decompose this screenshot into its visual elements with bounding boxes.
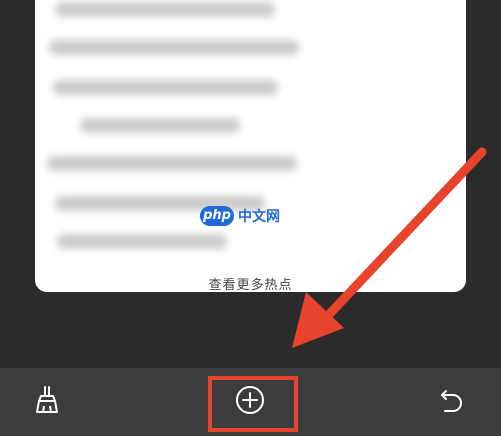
pointer-arrow-annotation <box>292 147 487 348</box>
